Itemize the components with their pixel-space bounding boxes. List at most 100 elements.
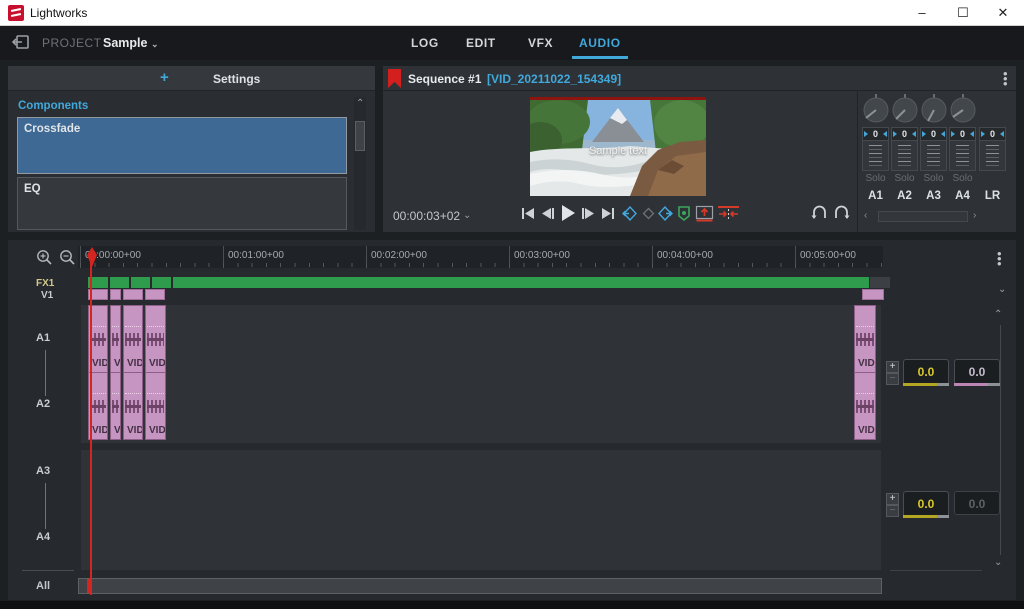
video-clip[interactable] bbox=[862, 289, 884, 300]
gain-field-a1a2-left[interactable]: 0.0 bbox=[903, 359, 949, 383]
step-back-button[interactable] bbox=[540, 206, 555, 221]
solo-button-a1[interactable]: Solo bbox=[862, 173, 889, 184]
spin-left-icon[interactable] bbox=[951, 131, 955, 137]
timeline-overview-scrollbar[interactable] bbox=[78, 578, 882, 594]
gain-decrement-button[interactable]: − bbox=[886, 373, 899, 385]
gain-increment-button[interactable]: + bbox=[886, 361, 899, 373]
timecode-dropdown-icon[interactable]: ⌄ bbox=[463, 211, 471, 221]
track-label-v1[interactable]: V1 bbox=[41, 290, 53, 301]
gain-field-a3a4-left[interactable]: 0.0 bbox=[903, 491, 949, 515]
solo-button-a4[interactable]: Solo bbox=[949, 173, 976, 184]
gain-underline-pink bbox=[954, 383, 988, 386]
tab-edit[interactable]: EDIT bbox=[466, 36, 496, 50]
zoom-in-icon[interactable] bbox=[36, 249, 52, 270]
go-to-end-button[interactable] bbox=[600, 206, 615, 221]
maximize-button[interactable]: ☐ bbox=[954, 4, 972, 22]
spin-right-icon[interactable] bbox=[882, 131, 887, 137]
scroll-up-icon[interactable]: ⌃ bbox=[356, 99, 364, 109]
tracks-scrollbar[interactable] bbox=[1000, 325, 1001, 555]
track-label-all[interactable]: All bbox=[36, 580, 50, 592]
component-item-crossfade[interactable]: Crossfade bbox=[17, 117, 347, 174]
tab-log[interactable]: LOG bbox=[411, 36, 439, 50]
mixer-scroll-left-icon[interactable]: ‹ bbox=[864, 210, 867, 221]
redo-icon[interactable] bbox=[833, 205, 850, 220]
fader-a1[interactable]: 0 bbox=[862, 127, 889, 171]
video-clip[interactable] bbox=[110, 289, 121, 300]
video-tracks-collapse-icon[interactable]: ⌄ bbox=[998, 285, 1006, 295]
solo-button-a3[interactable]: Solo bbox=[920, 173, 947, 184]
audio-clip[interactable]: VID_ VID_ bbox=[110, 305, 121, 440]
pan-knob-a3[interactable] bbox=[920, 93, 948, 128]
track-label-a4[interactable]: A4 bbox=[36, 531, 50, 543]
step-forward-button[interactable] bbox=[581, 206, 596, 221]
add-component-button[interactable]: + bbox=[160, 69, 169, 86]
spin-right-icon[interactable] bbox=[940, 131, 945, 137]
pan-knob-a4[interactable] bbox=[949, 93, 977, 128]
solo-button-a2[interactable]: Solo bbox=[891, 173, 918, 184]
gain-field-a1a2-right[interactable]: 0.0 bbox=[954, 359, 1000, 383]
track-label-a2[interactable]: A2 bbox=[36, 398, 50, 410]
fader-a3[interactable]: 0 bbox=[920, 127, 947, 171]
gain-decrement-button[interactable]: − bbox=[886, 505, 899, 517]
clip-label: VID_ bbox=[127, 358, 142, 369]
pan-knob-a2[interactable] bbox=[891, 93, 919, 128]
track-label-a1[interactable]: A1 bbox=[36, 332, 50, 344]
spin-right-icon[interactable] bbox=[911, 131, 916, 137]
minimize-button[interactable]: – bbox=[913, 4, 931, 22]
spin-left-icon[interactable] bbox=[981, 131, 985, 137]
sequence-clip-ref[interactable]: [VID_20211022_154349] bbox=[487, 72, 621, 86]
tab-vfx[interactable]: VFX bbox=[528, 36, 553, 50]
spin-right-icon[interactable] bbox=[999, 131, 1004, 137]
component-item-eq[interactable]: EQ bbox=[17, 177, 347, 230]
playhead-line[interactable] bbox=[90, 252, 92, 595]
spin-left-icon[interactable] bbox=[864, 131, 868, 137]
sequence-menu-icon[interactable]: • • • bbox=[1003, 67, 1008, 90]
components-scrollbar[interactable]: ⌃ bbox=[354, 97, 366, 230]
gain-increment-button[interactable]: + bbox=[886, 493, 899, 505]
go-to-start-button[interactable] bbox=[521, 206, 536, 221]
timecode-display[interactable]: 00:00:03+02 bbox=[393, 209, 460, 223]
pan-knob-a1[interactable] bbox=[862, 93, 890, 128]
mark-in-icon[interactable] bbox=[621, 205, 638, 222]
video-clip[interactable] bbox=[145, 289, 165, 300]
audio-clip[interactable]: VID_ VID_ bbox=[145, 305, 166, 440]
undo-icon[interactable] bbox=[811, 205, 828, 220]
keeper-icon[interactable] bbox=[676, 205, 692, 222]
scrollbar-thumb[interactable] bbox=[355, 121, 365, 151]
mixer-scrollbar[interactable] bbox=[878, 211, 968, 222]
timeline-menu-icon[interactable]: • • • bbox=[997, 247, 1002, 270]
waveform bbox=[147, 400, 164, 413]
remove-edit-icon[interactable] bbox=[718, 205, 739, 222]
fx-clip[interactable] bbox=[88, 277, 869, 288]
video-clip[interactable] bbox=[123, 289, 143, 300]
close-button[interactable]: ✕ bbox=[994, 4, 1012, 22]
project-name-dropdown[interactable]: Sample ⌄ bbox=[103, 36, 159, 50]
tracks-scroll-down-icon[interactable]: ⌄ bbox=[994, 558, 1002, 568]
timeline-ruler[interactable]: 00:00:00+00 00:01:00+00 00:02:00+00 00:0… bbox=[78, 246, 883, 268]
spin-left-icon[interactable] bbox=[922, 131, 926, 137]
tracks-scroll-up-icon[interactable]: ⌃ bbox=[994, 310, 1002, 320]
insert-edit-icon[interactable] bbox=[695, 205, 714, 222]
fader-a4[interactable]: 0 bbox=[949, 127, 976, 171]
mark-out-icon[interactable] bbox=[657, 205, 674, 222]
spin-right-icon[interactable] bbox=[969, 131, 974, 137]
audio-clip[interactable]: VID_ VID_ bbox=[123, 305, 143, 440]
zoom-out-icon[interactable] bbox=[59, 249, 75, 270]
clear-mark-icon[interactable] bbox=[642, 207, 655, 220]
play-button[interactable] bbox=[559, 204, 577, 222]
sequence-bookmark-icon[interactable] bbox=[388, 69, 401, 93]
track-link-a3-a4 bbox=[45, 483, 46, 529]
settings-tab[interactable]: Settings bbox=[213, 72, 260, 86]
track-label-a3[interactable]: A3 bbox=[36, 465, 50, 477]
fx-clip-stub[interactable] bbox=[870, 277, 890, 288]
playhead-marker[interactable] bbox=[86, 247, 98, 274]
fader-lr[interactable]: 0 bbox=[979, 127, 1006, 171]
spin-left-icon[interactable] bbox=[893, 131, 897, 137]
exit-project-icon[interactable] bbox=[11, 34, 30, 55]
track-label-fx1[interactable]: FX1 bbox=[36, 278, 54, 289]
audio-clip[interactable]: VID_ VID_ bbox=[854, 305, 876, 440]
mixer-scroll-right-icon[interactable]: › bbox=[973, 210, 976, 221]
waveform bbox=[856, 333, 874, 346]
fader-a2[interactable]: 0 bbox=[891, 127, 918, 171]
tab-audio[interactable]: AUDIO bbox=[572, 36, 628, 59]
